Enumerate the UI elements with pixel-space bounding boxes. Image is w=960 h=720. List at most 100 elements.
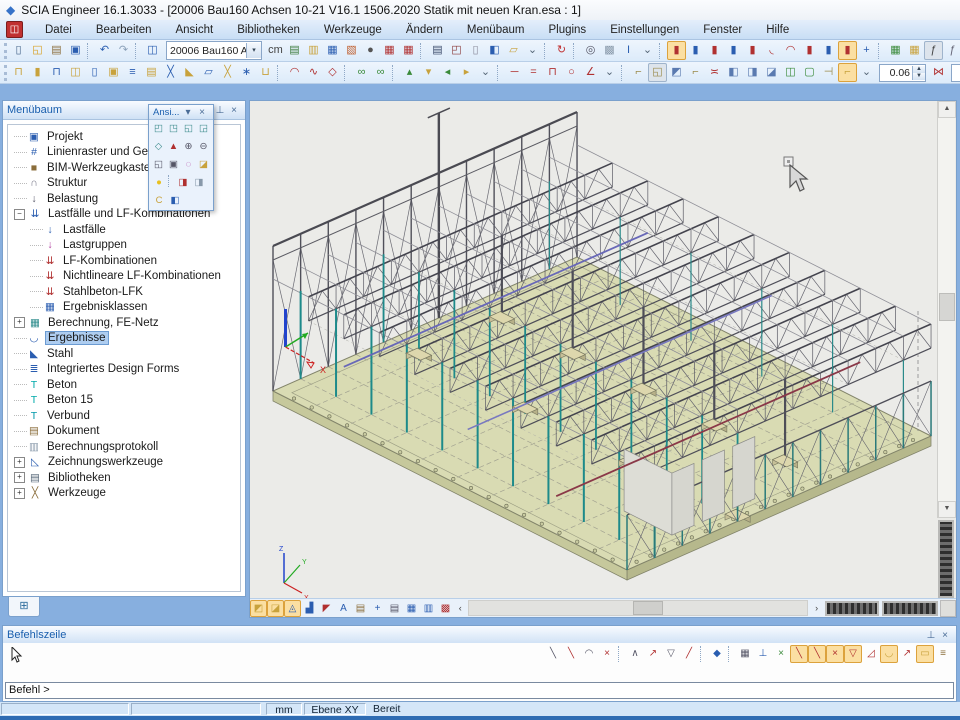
table-run-icon[interactable]: ▦ [905,41,924,60]
document-view-icon[interactable]: ▤ [386,600,403,617]
scroll-down-icon[interactable]: ▼ [938,501,956,518]
hinge-end-icon[interactable]: ◨ [743,63,762,82]
sidebar-item-verbund[interactable]: TVerbund [8,408,240,424]
toolbar-handle[interactable] [4,43,7,59]
snap-curve-icon[interactable]: ◡ [880,645,898,663]
zoom-scrollbar-horizontal-2[interactable] [882,601,938,616]
new-opening-icon[interactable]: ▣ [104,63,123,82]
save-as-icon[interactable]: ▤ [47,41,66,60]
sidebar-item-lastfaelle[interactable]: ↓Lastfälle [8,222,240,238]
overflow-icon[interactable]: ⌄ [523,41,542,60]
rotate-member-icon[interactable]: ▮ [724,41,743,60]
new-frame-icon[interactable]: ⊔ [256,63,275,82]
support-flexible-icon[interactable]: ≍ [705,63,724,82]
support-door-icon[interactable]: ⌐ [838,63,857,82]
selection-filter-icon[interactable]: ▦ [323,41,342,60]
close-icon[interactable]: × [227,105,241,116]
toolbar-handle-2[interactable] [4,65,7,81]
snap-grid-dots-icon[interactable]: ▦ [736,645,754,663]
scale-member-icon[interactable]: ▮ [800,41,819,60]
units-cm-icon[interactable]: cm [266,41,285,60]
new-haunch-icon[interactable]: ◣ [180,63,199,82]
menu-bibliotheken[interactable]: Bibliotheken [225,22,312,38]
new-cross-link-icon[interactable]: ╳ [218,63,237,82]
draw-freehand-icon[interactable]: ∿ [304,63,323,82]
delete-member-icon[interactable]: ▮ [743,41,762,60]
multicopy-member-icon[interactable]: ▮ [838,41,857,60]
light-bulb-icon[interactable]: ● [151,175,167,191]
zoom-all-icon[interactable]: ▣ [166,157,181,173]
copy-member-icon[interactable]: ▮ [686,41,705,60]
document-app-icon[interactable]: ◫ [6,21,23,38]
undo-icon[interactable]: ↶ [95,41,114,60]
view-z-icon[interactable]: ◱ [181,121,196,137]
layer-fx-off-icon[interactable]: ƒ [943,41,960,60]
status-plane[interactable]: Ebene XY [304,703,366,715]
zoom-in-icon[interactable]: ⊕ [181,139,196,155]
geo-line-icon[interactable]: ─ [505,63,524,82]
close-icon[interactable]: × [195,107,209,118]
clipboard-paste-icon[interactable]: ▧ [342,41,361,60]
geo-angle-icon[interactable]: ∠ [581,63,600,82]
snap-off-icon[interactable]: × [772,645,790,663]
picture-to-doc-icon[interactable]: ◨ [175,175,191,191]
cursor-snap-settings-icon[interactable]: ◆ [708,645,726,663]
snap-segment-icon[interactable]: ╱ [680,645,698,663]
project-selector-combo[interactable]: 20006 Bau160 Ach ▾ [166,41,262,60]
combo-dropdown-icon[interactable]: ▾ [246,43,261,58]
draw-polygon-icon[interactable]: ◇ [323,63,342,82]
merge-nodes-icon[interactable]: ▾ [419,63,438,82]
snap-line-icon[interactable]: ╲ [544,645,562,663]
active-window-icon[interactable]: ◫ [143,41,162,60]
menu-aendern[interactable]: Ändern [394,22,455,38]
open-folder-icon[interactable]: ◱ [28,41,47,60]
local-axes-icon[interactable]: + [369,600,386,617]
snap-ortho-icon[interactable]: ⊥ [754,645,772,663]
status-units[interactable]: mm [266,703,302,715]
sidebar-item-beton[interactable]: TBeton [8,377,240,393]
view-point-icon[interactable]: ◇ [151,139,166,155]
bezier-member-icon[interactable]: ◟ [762,41,781,60]
text-labels-icon[interactable]: A [335,600,352,617]
sidebar-item-ergebnisklassen[interactable]: ▦Ergebnisklassen [8,300,240,316]
support-foundation-icon[interactable]: ◫ [781,63,800,82]
connect-nodes-icon[interactable]: ∞ [352,63,371,82]
spinner-up-icon[interactable]: ▲ [913,66,925,73]
tree-expander-icon[interactable]: + [14,317,25,328]
close-icon[interactable]: × [938,630,952,641]
scroll-right-icon[interactable]: › [810,603,822,613]
array-member-icon[interactable]: ▸ [457,63,476,82]
grid-snap-2-icon[interactable]: ▥ [420,600,437,617]
perspective-view-icon[interactable]: ◧ [167,193,183,209]
menu-fenster[interactable]: Fenster [691,22,754,38]
render-wireframe-icon[interactable]: ◩ [250,600,267,617]
new-node-icon[interactable]: ∗ [237,63,256,82]
zoom-page-icon[interactable]: ◎ [581,41,600,60]
layers-icon[interactable]: ▥ [304,41,323,60]
menu-werkzeuge[interactable]: Werkzeuge [312,22,394,38]
menubaum-tab[interactable]: ⊞ [8,597,40,617]
model-viewport[interactable]: XZYX ▲ ▼ ◩◪◬▟◤A▤+▤▦▥▩ ‹ › [249,100,957,618]
view-x-icon[interactable]: ◰ [151,121,166,137]
menu-einstellungen[interactable]: Einstellungen [598,22,691,38]
snap-line-point-icon[interactable]: ╲ [562,645,580,663]
picture-to-gallery-icon[interactable]: ◨ [191,175,207,191]
snap-arc-icon[interactable]: ◠ [580,645,598,663]
redo-icon[interactable]: ↷ [114,41,133,60]
sidebar-item-berechnungsprotokoll[interactable]: ▥Berechnungsprotokoll [8,439,240,455]
decimal-places-spinner[interactable]: 3 ▲ ▼ [951,64,960,82]
new-beam-icon[interactable]: ⊓ [9,63,28,82]
overflow-7-icon[interactable]: ⌄ [857,63,876,82]
select-grid-icon[interactable]: ▩ [600,41,619,60]
sidebar-item-dokument[interactable]: ▤Dokument [8,424,240,440]
snap-distance-spinner[interactable]: 0.06 ▲ ▼ [879,64,926,82]
scroll-left-icon[interactable]: ‹ [454,603,466,613]
vertical-scrollbar[interactable]: ▲ ▼ [937,101,955,518]
snap-endpoint-icon[interactable]: ╲ [790,645,808,663]
layer-fx-on-icon[interactable]: ƒ [924,41,943,60]
snap-delete-icon[interactable]: × [598,645,616,663]
pin-icon[interactable]: ⊥ [213,105,227,116]
grid-snap-icon[interactable]: ▦ [403,600,420,617]
hinge-start-icon[interactable]: ◧ [724,63,743,82]
pin-icon[interactable]: ⊥ [924,630,938,641]
